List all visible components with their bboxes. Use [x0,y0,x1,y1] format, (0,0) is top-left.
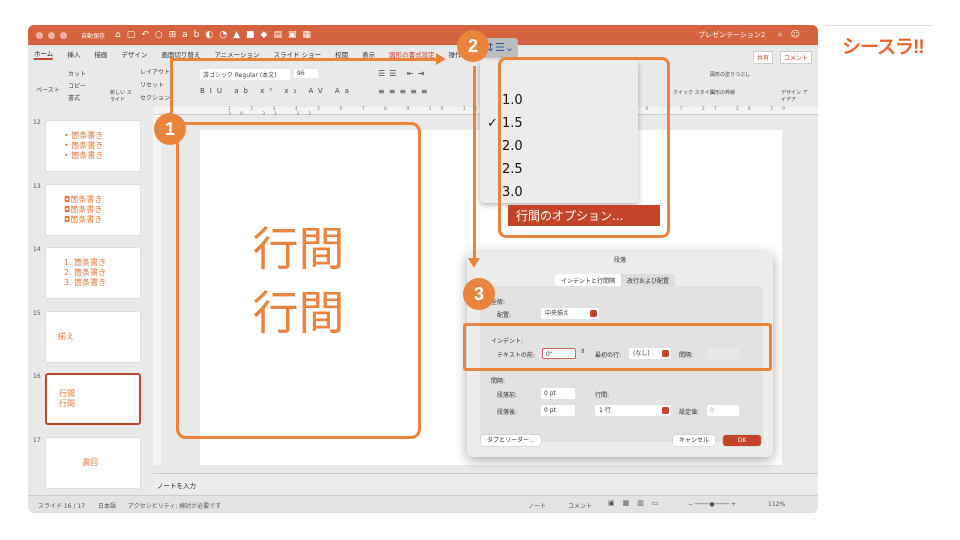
zoom-slider[interactable]: − ────●──── + [688,501,736,508]
thumb-line: ◘箇条書き [64,195,103,204]
status-bar: スライド 16 / 17 日本語 アクセシビリティ: 検討が必要です ノート コ… [28,495,818,513]
tab-design[interactable]: デザイン [121,49,147,59]
thumb-line: 3. 箇条書き [64,278,107,287]
callout-box-2 [498,57,670,238]
slide-number: 12 [33,119,41,126]
tab-draw[interactable]: 描画 [94,49,107,59]
autosave-toggle[interactable]: 自動保存 [81,31,105,40]
callout-arrow-2 [473,66,476,260]
copy-button[interactable]: コピー [68,81,86,90]
before-input[interactable]: 0 pt [541,388,575,399]
search-icon[interactable]: ⌕☺ [778,30,808,40]
checkmark-icon: ✓ [487,116,498,131]
cancel-button[interactable]: キャンセル [673,435,716,446]
callout-box-3 [463,323,772,371]
thumb-line: 行間 [59,399,75,408]
reset-button[interactable]: リセット [140,80,164,89]
alignment-select[interactable]: 中央揃え [541,308,599,319]
after-input[interactable]: 0 pt [541,405,575,416]
comments-button[interactable]: コメント [568,501,592,510]
language[interactable]: 日本語 [98,501,116,510]
notes-input[interactable]: ノートを入力 [153,473,818,493]
thumb-line: • 箇条書き [64,131,104,140]
window-controls[interactable] [36,31,67,39]
slide-number: 15 [33,310,41,317]
font-select[interactable]: 游ゴシック Regular (本文) [200,69,290,80]
new-slide-button[interactable]: 新しい スライド [110,89,132,103]
thumb-line: • 箇条書き [64,151,104,160]
slide-thumbnail-12[interactable]: • 箇条書き • 箇条書き • 箇条書き [45,120,141,172]
dialog-title: 段落 [613,257,626,264]
thumb-line: ◘箇条書き [64,205,103,214]
divider [826,25,932,26]
view-buttons[interactable]: ▣▦▥▭ [608,499,666,507]
slide-number: 16 [33,373,41,380]
slide-thumbnails: 12 • 箇条書き • 箇条書き • 箇条書き 13 ◘箇条書き ◘箇条書き ◘箇条書き… [28,111,148,501]
thumb-line: 揃え [58,332,74,341]
thumb-line: 行間 [59,389,75,398]
at-label: 設定値: [679,409,700,416]
paste-button[interactable]: ペースト [36,85,60,94]
title-bar: 自動保存 ⌂▢↶○⊞ab◐◔▲■◆▤▣▦ プレゼンテーション2 ⌕☺ [28,25,818,45]
list-buttons[interactable]: ☰☰ ⇤⇥ [378,69,428,78]
line-spacing-select[interactable]: 1 行 [595,405,671,416]
slide-text-box[interactable]: 行間 行間 [176,122,421,439]
vertical-ruler [153,115,161,465]
alignment-label: 配置: [497,312,512,319]
ok-button[interactable]: OK [723,435,761,446]
section-button[interactable]: セクション [140,93,170,102]
quick-access-icons[interactable]: ⌂▢↶○⊞ab◐◔▲■◆▤▣▦ [115,30,317,40]
tab-insert[interactable]: 挿入 [67,49,80,59]
after-label: 段落後: [497,409,518,416]
slide-text-line: 行間 [252,221,345,276]
thumb-line: 書回 [82,458,98,467]
font-format-buttons[interactable]: BIU ab x² x₂ AV Aa [200,87,354,95]
font-size-select[interactable]: 96 [294,69,318,78]
thumb-line: 2. 箇条書き [64,268,107,277]
zoom-level: 112% [768,501,786,508]
notes-button[interactable]: ノート [528,501,546,510]
thumb-line: ◘箇条書き [64,215,103,224]
cut-button[interactable]: カット [68,69,86,78]
slide-number: 17 [33,437,41,444]
thumb-line: 1. 箇条書き [64,258,107,267]
line-spacing-label: 行間: [595,392,610,399]
slide-text-line: 行間 [252,285,345,340]
slide-thumbnail-16[interactable]: 行間 行間 [45,373,141,425]
slide-thumbnail-15[interactable]: 揃え [45,311,141,363]
before-label: 段落前: [497,392,518,399]
align-buttons[interactable]: ≡≡≡≡≡ [378,87,432,96]
layout-button[interactable]: レイアウト [140,67,170,76]
slide-thumbnail-14[interactable]: 1. 箇条書き 2. 箇条書き 3. 箇条書き [45,247,141,299]
slide-number: 14 [33,246,41,253]
callout-arrow-1 [170,58,173,116]
callout-arrow-1 [170,58,440,61]
at-input[interactable]: 0 [707,405,739,416]
shape-fill-button[interactable]: 図形の塗りつぶし [710,71,750,78]
tabs-leaders-button[interactable]: タブとリーダー... [481,435,541,446]
callout-number-2: 2 [457,30,489,62]
ribbon: ペースト カット コピー 書式 新しい スライド レイアウト リセット セクショ… [28,63,818,107]
design-ideas-button[interactable]: デザイン アイデア [781,89,811,103]
window-title: プレゼンテーション2 [698,31,766,39]
slide-number: 13 [33,183,41,190]
accessibility-status[interactable]: アクセシビリティ: 検討が必要です [128,501,221,510]
quick-style-button[interactable]: クイック スタイル [673,89,715,96]
tab-home[interactable]: ホーム [34,48,54,60]
slide-counter: スライド 16 / 17 [38,503,86,510]
shape-outline-button[interactable]: 図形の枠線 [710,89,735,96]
callout-number-1: 1 [154,113,186,145]
callout-number-3: 3 [463,278,495,310]
thumb-line: • 箇条書き [64,141,104,150]
arrow-head-icon [468,258,480,268]
logo: シースラ!! [842,37,925,58]
format-painter-button[interactable]: 書式 [68,93,80,102]
spacing-heading: 間隔: [491,378,506,385]
arrow-head-icon [436,53,446,65]
slide-thumbnail-17[interactable]: 書回 [45,437,141,489]
slide-thumbnail-13[interactable]: ◘箇条書き ◘箇条書き ◘箇条書き [45,184,141,236]
